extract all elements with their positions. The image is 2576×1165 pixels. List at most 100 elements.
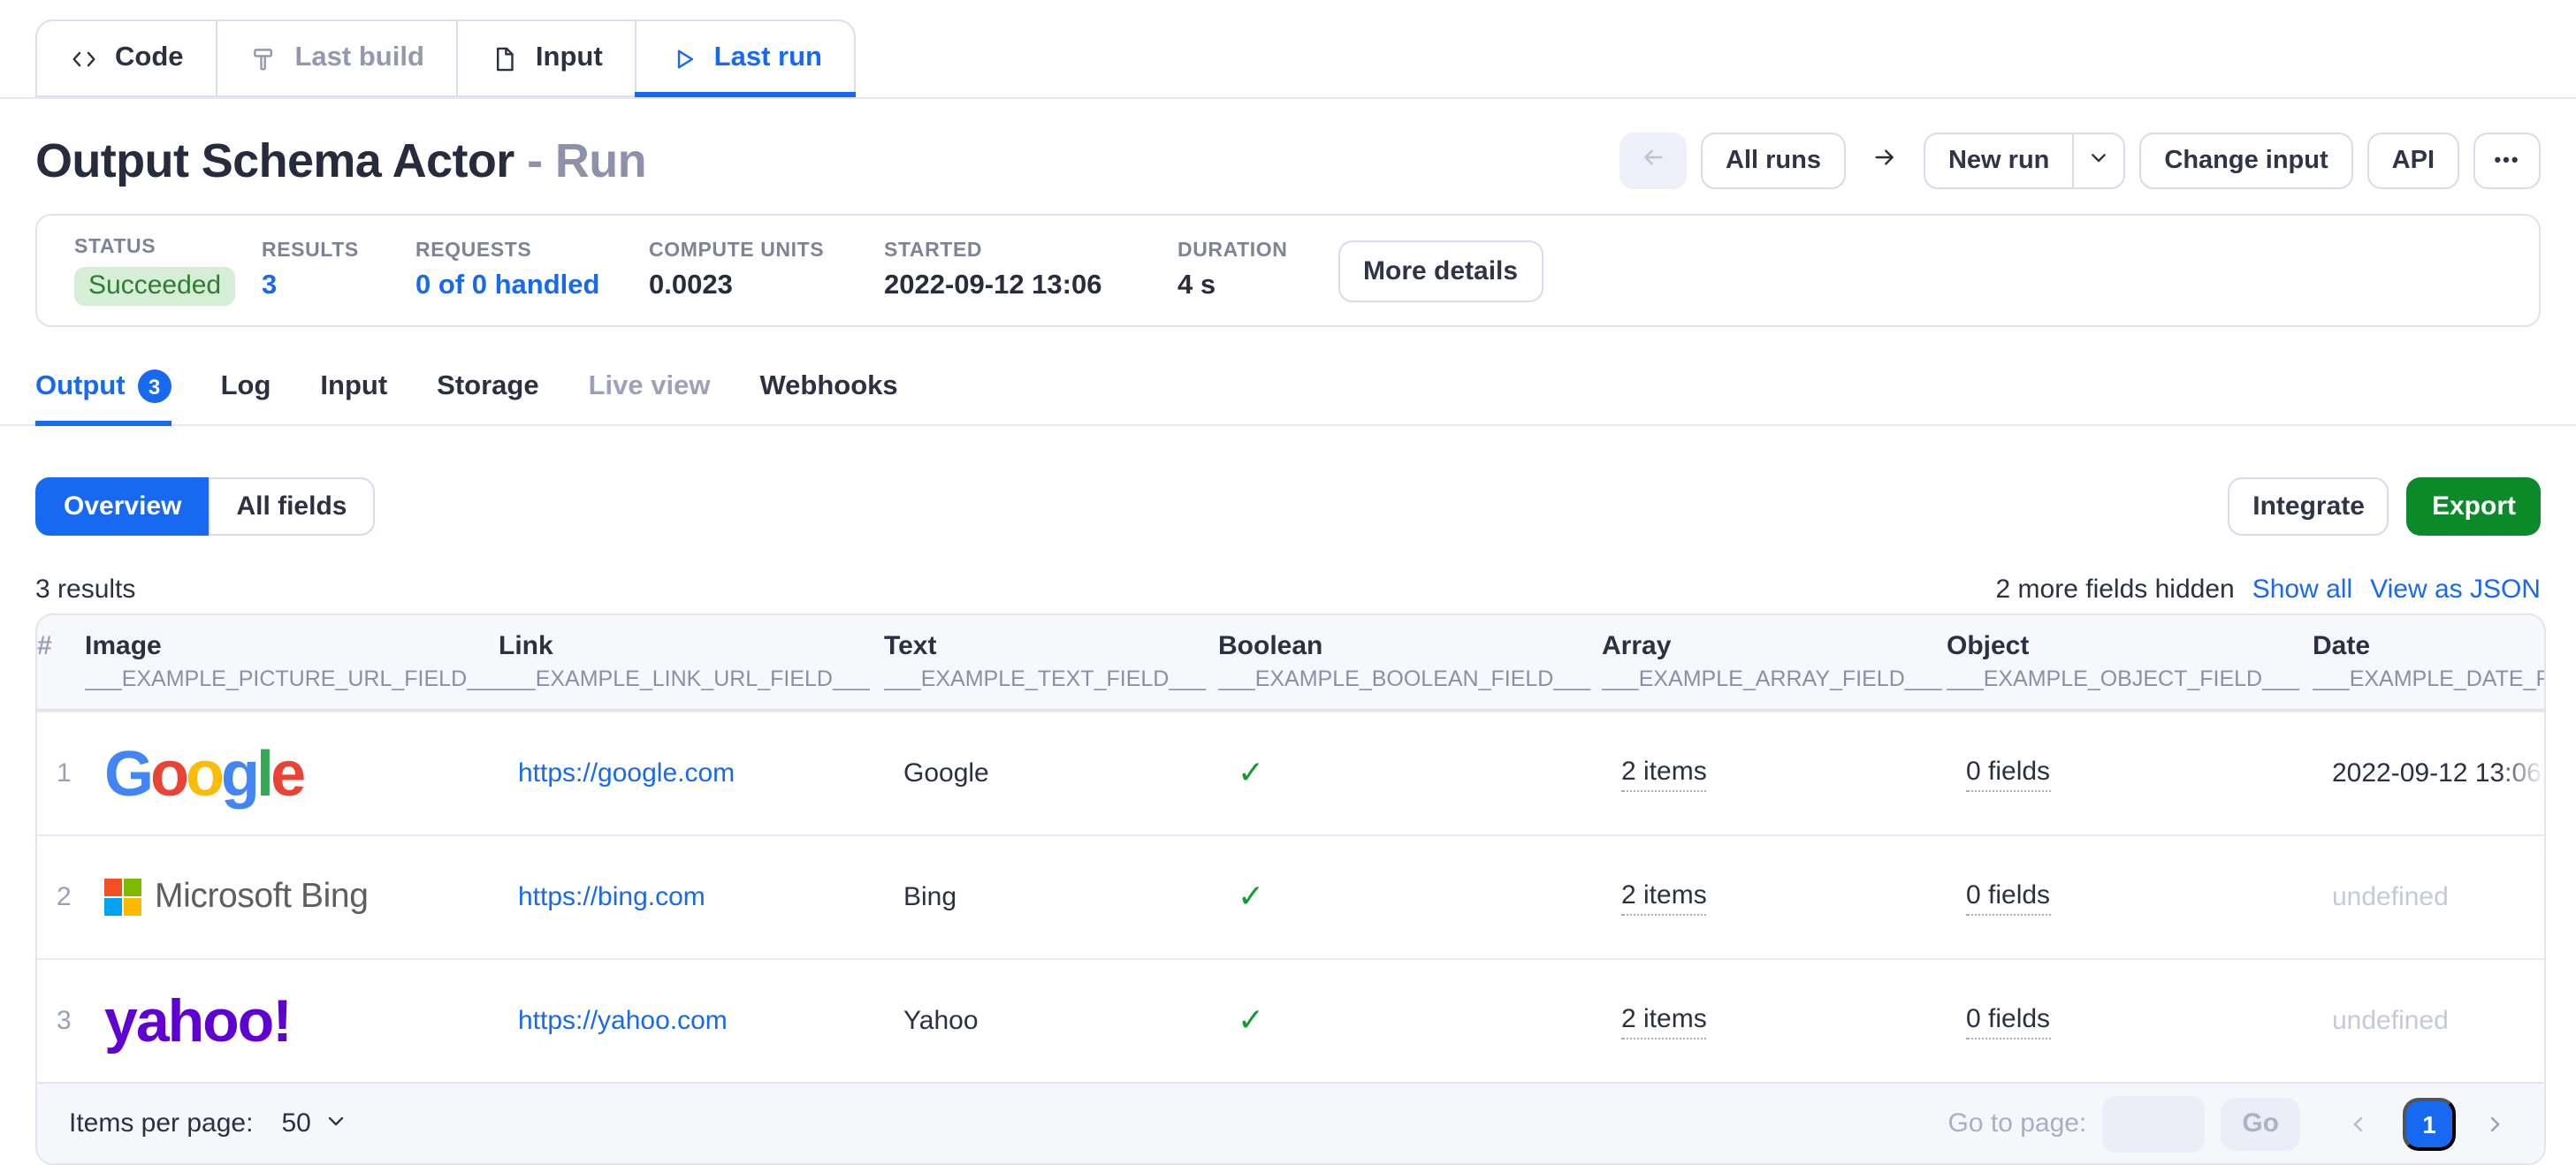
- results-value-link[interactable]: 3: [262, 270, 415, 301]
- bing-logo: Microsoft Bing: [104, 877, 518, 918]
- output-count-badge: 3: [138, 369, 171, 403]
- row-text: Google: [903, 758, 1238, 788]
- column-header-index: #: [37, 631, 85, 661]
- status-badge: Succeeded: [74, 266, 235, 305]
- started-value: 2022-09-12 13:06: [884, 270, 1177, 301]
- yahoo-logo: yahoo!: [104, 991, 518, 1051]
- tab-output-label: Output: [35, 370, 126, 402]
- prev-run-button: [1620, 133, 1687, 189]
- array-cell: 2 items: [1621, 1003, 1966, 1039]
- compute-units-label: COMPUTE UNITS: [649, 240, 884, 261]
- new-run-dropdown-button[interactable]: [2072, 133, 2125, 189]
- view-as-json-link[interactable]: View as JSON: [2370, 575, 2541, 605]
- change-input-button[interactable]: Change input: [2139, 133, 2352, 189]
- page-title-main: Output Schema Actor: [35, 133, 514, 187]
- duration-field: DURATION 4 s: [1177, 240, 1338, 301]
- object-fields-expander[interactable]: 0 fields: [1966, 756, 2050, 791]
- row-index: 1: [57, 758, 104, 788]
- integrate-button[interactable]: Integrate: [2228, 477, 2389, 536]
- check-icon: ✓: [1238, 879, 1264, 914]
- page-header: Output Schema Actor - Run All runs New r…: [35, 129, 2541, 193]
- date-cell: 2022-09-12 13:06:0: [2332, 758, 2544, 788]
- new-run-split-button: New run: [1924, 133, 2125, 189]
- table-header-row: # Image ___EXAMPLE_PICTURE_URL_FIELD___ …: [37, 615, 2544, 711]
- requests-label: REQUESTS: [415, 240, 649, 261]
- arrow-right-icon: [1871, 143, 1899, 179]
- column-header-array: Array ___EXAMPLE_ARRAY_FIELD___: [1602, 631, 1947, 691]
- next-run-button[interactable]: [1860, 133, 1909, 189]
- items-per-page-value: 50: [281, 1108, 310, 1138]
- requests-value-link[interactable]: 0 of 0 handled: [415, 270, 649, 301]
- tab-run-input[interactable]: Input: [320, 369, 387, 424]
- started-field: STARTED 2022-09-12 13:06: [884, 240, 1177, 301]
- app-window: Code Last build Input Last run: [0, 0, 2576, 1158]
- array-items-expander[interactable]: 2 items: [1621, 1003, 1707, 1039]
- array-items-expander[interactable]: 2 items: [1621, 756, 1707, 791]
- tab-webhooks[interactable]: Webhooks: [759, 369, 897, 424]
- row-index: 2: [57, 882, 104, 912]
- new-run-button[interactable]: New run: [1924, 133, 2074, 189]
- status-field: STATUS Succeeded: [74, 236, 262, 305]
- column-header-image: Image ___EXAMPLE_PICTURE_URL_FIELD___: [85, 631, 499, 691]
- tab-last-build[interactable]: Last build: [216, 19, 458, 97]
- tab-storage-label: Storage: [437, 370, 538, 402]
- more-actions-button[interactable]: •••: [2473, 133, 2541, 189]
- object-cell: 0 fields: [1966, 879, 2332, 915]
- tab-last-run[interactable]: Last run: [635, 19, 856, 97]
- row-link[interactable]: https://bing.com: [518, 882, 903, 912]
- object-fields-expander[interactable]: 0 fields: [1966, 1003, 2050, 1039]
- row-link[interactable]: https://yahoo.com: [518, 1006, 903, 1036]
- export-label: Export: [2432, 491, 2516, 522]
- toolbar-right: Integrate Export: [2228, 477, 2541, 536]
- tab-run-input-label: Input: [320, 370, 387, 402]
- status-label: STATUS: [74, 236, 262, 257]
- requests-field: REQUESTS 0 of 0 handled: [415, 240, 649, 301]
- tab-output[interactable]: Output 3: [35, 369, 171, 424]
- tab-input[interactable]: Input: [456, 19, 636, 97]
- chevron-right-icon[interactable]: [2477, 1111, 2512, 1136]
- chevron-down-icon: [324, 1108, 348, 1139]
- overview-toggle-button[interactable]: Overview: [35, 477, 210, 536]
- object-fields-expander[interactable]: 0 fields: [1966, 879, 2050, 915]
- more-details-label: More details: [1363, 255, 1518, 286]
- go-to-page-input[interactable]: [2102, 1095, 2205, 1152]
- tab-storage[interactable]: Storage: [437, 369, 538, 424]
- results-field: RESULTS 3: [262, 240, 415, 301]
- table-row: 3 yahoo! https://yahoo.com Yahoo ✓ 2 ite…: [37, 958, 2544, 1082]
- table-row: 2 Microsoft Bing https://bing.com Bing ✓…: [37, 834, 2544, 958]
- hammer-icon: [249, 43, 279, 73]
- scroll-fade: [2498, 758, 2544, 788]
- all-fields-toggle-button[interactable]: All fields: [208, 477, 375, 536]
- export-button[interactable]: Export: [2407, 477, 2541, 536]
- column-header-date: Date ___EXAMPLE_DATE_FIELD___: [2313, 631, 2544, 691]
- row-text: Yahoo: [903, 1006, 1238, 1036]
- table-footer: Items per page: 50 Go to page: Go 1: [37, 1082, 2544, 1163]
- results-bar-right: 2 more fields hidden Show all View as JS…: [1996, 575, 2541, 605]
- all-fields-label: All fields: [236, 491, 347, 522]
- code-icon: [69, 43, 99, 73]
- all-runs-label: All runs: [1726, 147, 1821, 175]
- boolean-cell: ✓: [1238, 1002, 1621, 1039]
- date-cell: undefined: [2332, 882, 2544, 912]
- object-cell: 0 fields: [1966, 756, 2332, 791]
- started-label: STARTED: [884, 240, 1177, 261]
- current-page-button[interactable]: 1: [2403, 1097, 2456, 1150]
- tab-code-label: Code: [115, 42, 184, 74]
- api-button[interactable]: API: [2367, 133, 2459, 189]
- results-bar: 3 results 2 more fields hidden Show all …: [35, 575, 2541, 605]
- array-items-expander[interactable]: 2 items: [1621, 879, 1707, 915]
- top-tab-bar: Code Last build Input Last run: [0, 0, 2576, 99]
- file-icon: [490, 43, 520, 73]
- more-details-button[interactable]: More details: [1338, 240, 1543, 301]
- compute-units-value: 0.0023: [649, 270, 884, 301]
- run-status-card: STATUS Succeeded RESULTS 3 REQUESTS 0 of…: [35, 214, 2541, 327]
- tab-code[interactable]: Code: [35, 19, 217, 97]
- items-per-page-select[interactable]: 50: [281, 1108, 347, 1139]
- tab-log[interactable]: Log: [221, 369, 271, 424]
- show-all-link[interactable]: Show all: [2252, 575, 2352, 605]
- table-row: 1 Google https://google.com Google ✓ 2 i…: [37, 711, 2544, 834]
- all-runs-button[interactable]: All runs: [1701, 133, 1846, 189]
- row-link[interactable]: https://google.com: [518, 758, 903, 788]
- ellipsis-icon: •••: [2494, 150, 2519, 171]
- column-header-boolean: Boolean ___EXAMPLE_BOOLEAN_FIELD___: [1218, 631, 1602, 691]
